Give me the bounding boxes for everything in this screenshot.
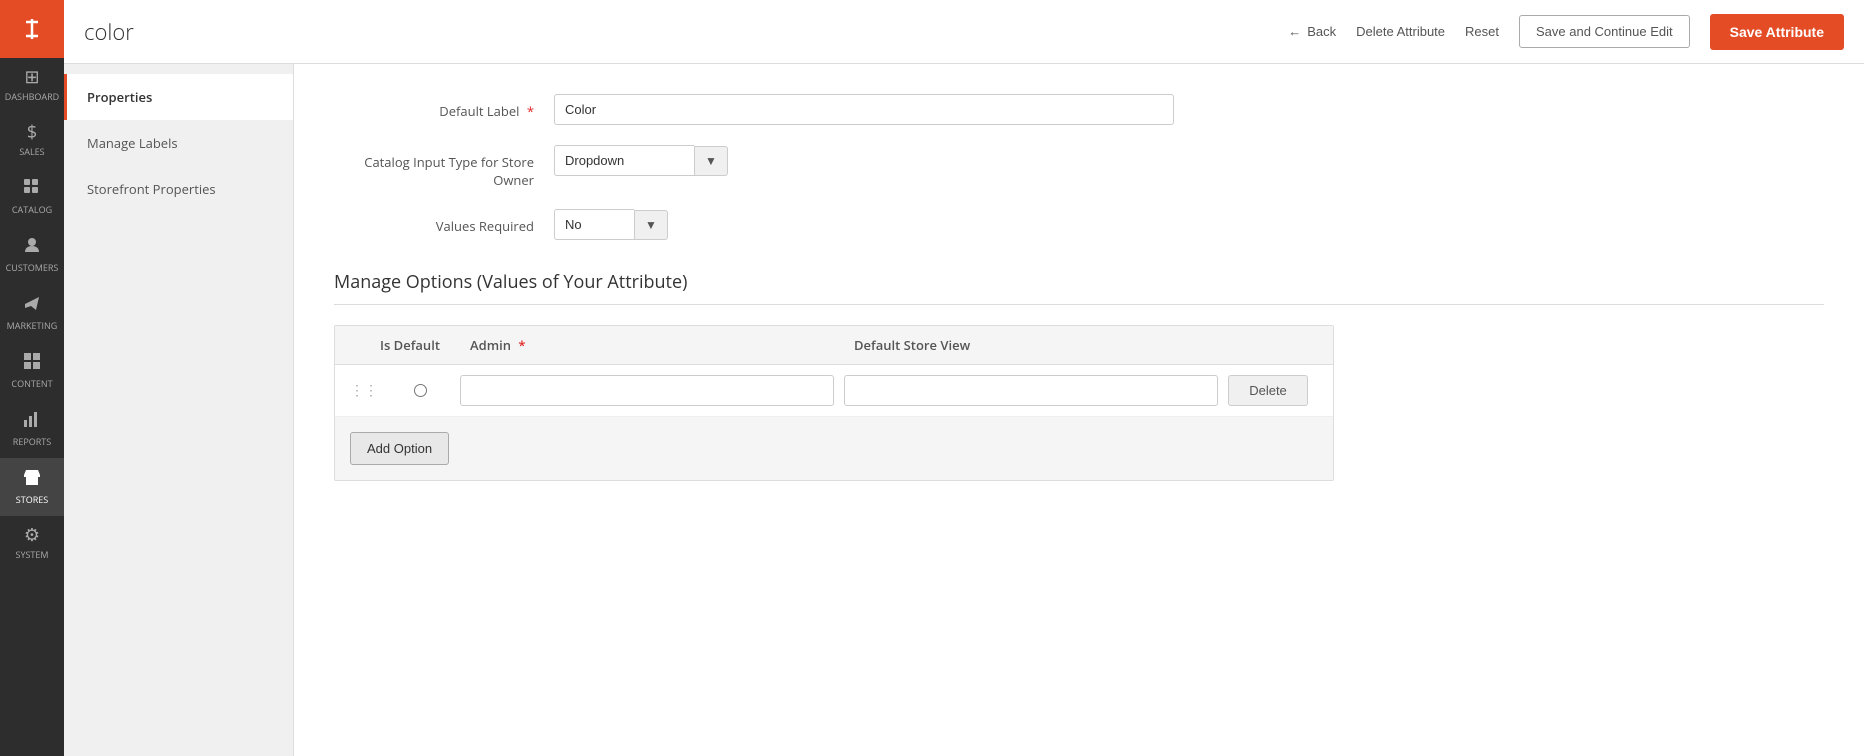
- back-button[interactable]: ← Back: [1288, 24, 1336, 39]
- sales-icon: $: [27, 123, 37, 141]
- options-table: Is Default Admin * Default Store View ⋮⋮: [334, 325, 1334, 481]
- drag-handle-icon[interactable]: ⋮⋮: [350, 381, 380, 400]
- is-default-radio-cell: [380, 384, 460, 397]
- logo: [0, 0, 64, 58]
- back-arrow-icon: ←: [1288, 24, 1301, 39]
- store-view-input-cell: [844, 375, 1228, 406]
- required-star: *: [527, 102, 534, 120]
- sidebar-item-stores[interactable]: Stores: [0, 458, 64, 516]
- content-icon: [23, 352, 41, 373]
- stores-icon: [23, 468, 41, 489]
- reports-icon: [23, 410, 41, 431]
- sidebar-item-dashboard[interactable]: ⊞ Dashboard: [0, 58, 64, 113]
- admin-value-input[interactable]: [460, 375, 834, 406]
- left-nav: Properties Manage Labels Storefront Prop…: [64, 64, 294, 756]
- save-attribute-button[interactable]: Save Attribute: [1710, 14, 1844, 50]
- customers-icon: [23, 236, 41, 257]
- sidebar-item-marketing[interactable]: Marketing: [0, 284, 64, 342]
- store-view-input[interactable]: [844, 375, 1218, 406]
- reset-button[interactable]: Reset: [1465, 24, 1499, 39]
- admin-col-header: Admin *: [460, 336, 844, 354]
- nav-item-properties[interactable]: Properties: [64, 74, 293, 120]
- marketing-icon: [23, 294, 41, 315]
- sidebar-item-sales[interactable]: $ Sales: [0, 113, 64, 168]
- save-continue-button[interactable]: Save and Continue Edit: [1519, 15, 1690, 48]
- sidebar: ⊞ Dashboard $ Sales Catalog Customers Ma…: [0, 0, 64, 756]
- add-option-button[interactable]: Add Option: [350, 432, 449, 465]
- values-required-group: Values Required No Yes ▼: [334, 209, 1234, 240]
- default-label-group: Default Label *: [334, 94, 1234, 125]
- values-required-select-wrapper: No Yes ▼: [554, 209, 668, 240]
- options-table-header: Is Default Admin * Default Store View: [335, 326, 1333, 365]
- default-label-label: Default Label *: [334, 94, 554, 120]
- delete-option-button[interactable]: Delete: [1228, 375, 1308, 406]
- topbar-actions: ← Back Delete Attribute Reset Save and C…: [1288, 14, 1844, 50]
- delete-cell: Delete: [1228, 375, 1318, 406]
- add-option-wrapper: Add Option: [335, 417, 1333, 480]
- admin-required-star: *: [518, 336, 525, 354]
- values-required-select[interactable]: No Yes: [554, 209, 634, 240]
- is-default-radio[interactable]: [414, 384, 427, 397]
- system-icon: ⚙: [24, 526, 40, 544]
- table-row: ⋮⋮ Delete: [335, 365, 1333, 417]
- default-label-input[interactable]: [554, 94, 1174, 125]
- main-content: color ← Back Delete Attribute Reset Save…: [64, 0, 1864, 756]
- sidebar-item-catalog[interactable]: Catalog: [0, 168, 64, 226]
- content-area: Properties Manage Labels Storefront Prop…: [64, 64, 1864, 756]
- default-store-view-col-header: Default Store View: [844, 336, 1228, 354]
- catalog-input-type-select[interactable]: Dropdown Text Field Text Area Date Yes/N…: [554, 145, 694, 176]
- section-divider: [334, 304, 1824, 305]
- values-required-label: Values Required: [334, 209, 554, 235]
- catalog-input-type-label: Catalog Input Type for Store Owner: [334, 145, 554, 189]
- catalog-input-type-dropdown-arrow[interactable]: ▼: [694, 146, 728, 176]
- topbar: color ← Back Delete Attribute Reset Save…: [64, 0, 1864, 64]
- manage-options-title: Manage Options (Values of Your Attribute…: [334, 270, 1824, 294]
- dashboard-icon: ⊞: [24, 68, 39, 86]
- sidebar-item-system[interactable]: ⚙ System: [0, 516, 64, 571]
- form-area: Default Label * Catalog Input Type for S…: [294, 64, 1864, 756]
- nav-item-manage-labels[interactable]: Manage Labels: [64, 120, 293, 166]
- admin-input-cell: [460, 375, 844, 406]
- is-default-col-header: Is Default: [380, 336, 460, 354]
- values-required-dropdown-arrow[interactable]: ▼: [634, 210, 668, 240]
- nav-item-storefront-properties[interactable]: Storefront Properties: [64, 166, 293, 212]
- catalog-input-type-group: Catalog Input Type for Store Owner Dropd…: [334, 145, 1234, 189]
- page-title: color: [84, 17, 1268, 47]
- catalog-icon: [23, 178, 41, 199]
- delete-attribute-button[interactable]: Delete Attribute: [1356, 24, 1445, 39]
- catalog-input-type-select-wrapper: Dropdown Text Field Text Area Date Yes/N…: [554, 145, 728, 176]
- sidebar-item-content[interactable]: Content: [0, 342, 64, 400]
- sidebar-item-customers[interactable]: Customers: [0, 226, 64, 284]
- sidebar-item-reports[interactable]: Reports: [0, 400, 64, 458]
